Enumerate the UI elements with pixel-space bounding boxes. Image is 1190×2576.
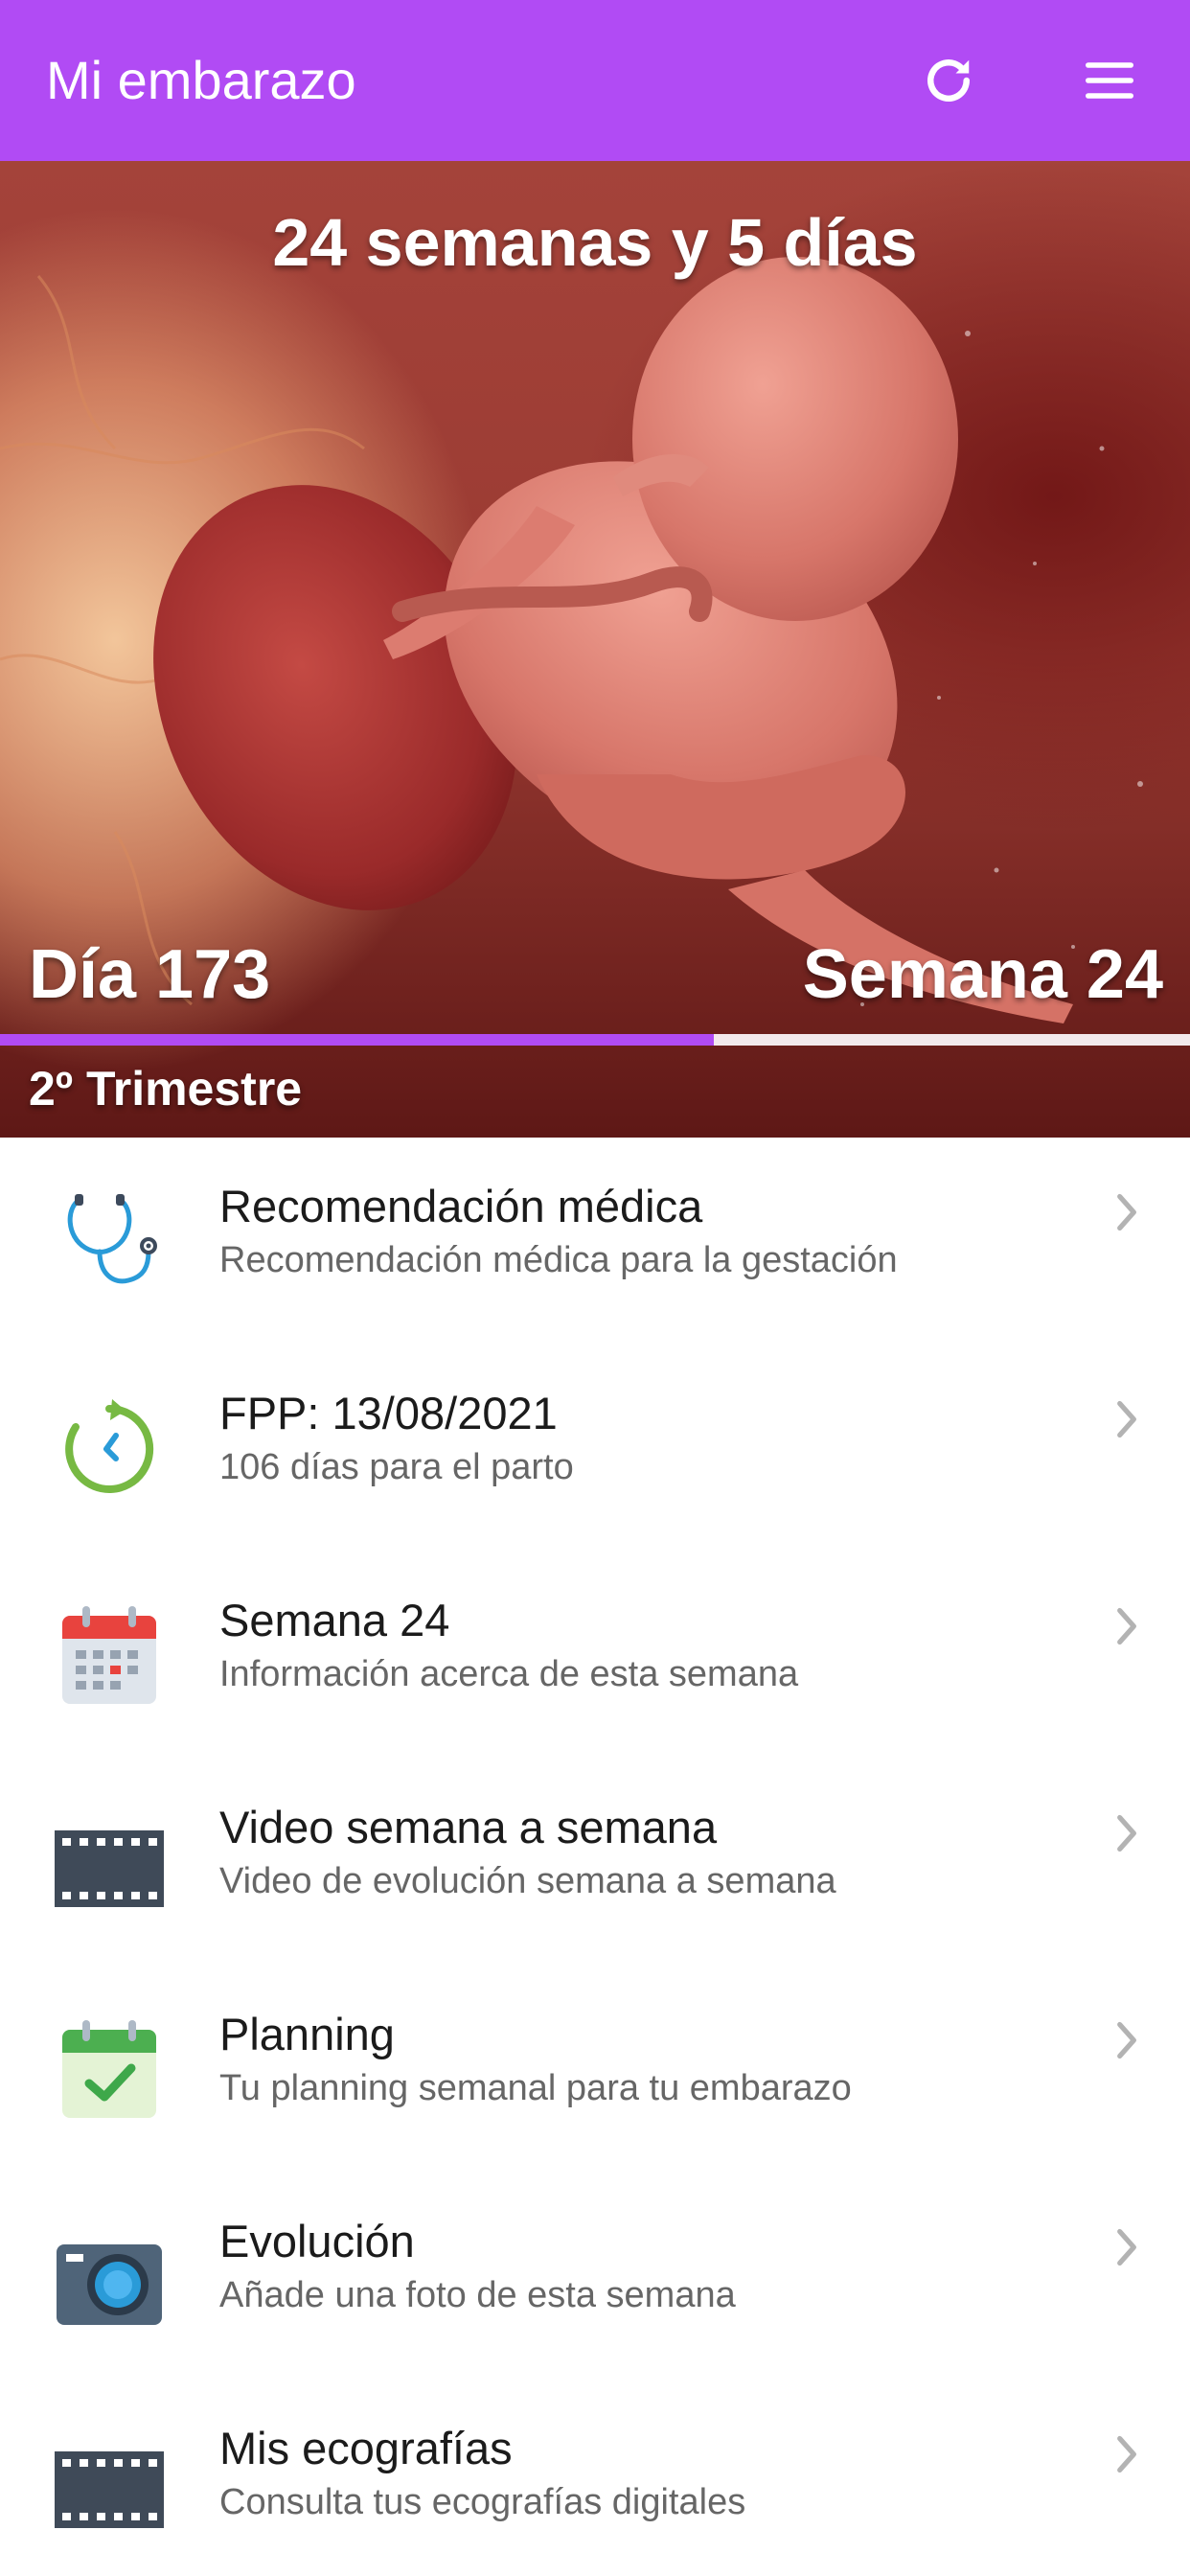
menu-item-title: Recomendación médica [219, 1181, 703, 1231]
menu-item-subtitle: 106 días para el parto [219, 1447, 574, 1487]
menu-item-week-info[interactable]: Semana 24 Información acerca de esta sem… [0, 1552, 1190, 1759]
menu-item-title: Mis ecografías [219, 2423, 513, 2473]
menu-button[interactable] [1071, 42, 1148, 119]
menu-item-subtitle: Consulta tus ecografías digitales [219, 2482, 746, 2522]
chevron-right-icon [1117, 1607, 1136, 1645]
page-title: Mi embarazo [46, 50, 356, 110]
menu-item-planning[interactable]: Planning Tu planning semanal para tu emb… [0, 1966, 1190, 2173]
gestation-week-label: Semana 24 [802, 936, 1163, 1013]
menu-item-title: FPP: 13/08/2021 [219, 1388, 558, 1438]
menu-item-evolution[interactable]: Evolución Añade una foto de esta semana [0, 2173, 1190, 2380]
pregnancy-hero: 24 semanas y 5 días Día 173 Semana 24 2º… [0, 161, 1190, 1138]
refresh-icon [927, 59, 970, 102]
menu-item-subtitle: Recomendación médica para la gestación [219, 1240, 898, 1280]
menu-item-title: Video semana a semana [219, 1802, 718, 1852]
menu-item-subtitle: Añade una foto de esta semana [219, 2275, 736, 2315]
stethoscope-icon [67, 1194, 157, 1284]
calendar-check-icon [62, 2020, 156, 2118]
refresh-button[interactable] [910, 42, 987, 119]
menu-item-title: Planning [219, 2009, 395, 2059]
film-icon [55, 1830, 164, 1907]
app-root: Mi embarazo 24 semanas y 5 días Día 173 … [0, 0, 1190, 2576]
gestation-day-label: Día 173 [29, 936, 271, 1013]
pregnancy-progress-fill [0, 1034, 715, 1046]
menu-list: Recomendación médica Recomendación médic… [0, 1138, 1190, 2576]
chevron-right-icon [1117, 1193, 1136, 1231]
hamburger-menu-icon [1086, 62, 1133, 99]
calendar-icon [62, 1606, 156, 1704]
chevron-right-icon [1117, 1814, 1136, 1852]
gestation-weeks-label: 24 semanas y 5 días [272, 205, 918, 280]
trimester-label: 2º Trimestre [29, 1062, 303, 1116]
pregnancy-progress-bar [0, 1034, 1190, 1046]
countdown-clock-icon [65, 1399, 154, 1493]
menu-item-title: Semana 24 [219, 1595, 450, 1645]
app-header: Mi embarazo [0, 0, 1190, 161]
camera-icon [57, 2244, 162, 2325]
menu-item-subtitle: Información acerca de esta semana [219, 1654, 799, 1694]
chevron-right-icon [1117, 2021, 1136, 2059]
film-icon [55, 2451, 164, 2528]
menu-item-subtitle: Video de evolución semana a semana [219, 1861, 836, 1901]
chevron-right-icon [1117, 1400, 1136, 1438]
menu-item-title: Evolución [219, 2216, 415, 2266]
menu-item-subtitle: Tu planning semanal para tu embarazo [219, 2068, 852, 2108]
chevron-right-icon [1117, 2435, 1136, 2473]
menu-item-ultrasounds[interactable]: Mis ecografías Consulta tus ecografías d… [0, 2380, 1190, 2576]
menu-item-medical-recommendation[interactable]: Recomendación médica Recomendación médic… [0, 1138, 1190, 1345]
menu-item-weekly-video[interactable]: Video semana a semana Video de evolución… [0, 1759, 1190, 1966]
chevron-right-icon [1117, 2228, 1136, 2266]
menu-item-due-date[interactable]: FPP: 13/08/2021 106 días para el parto [0, 1345, 1190, 1552]
